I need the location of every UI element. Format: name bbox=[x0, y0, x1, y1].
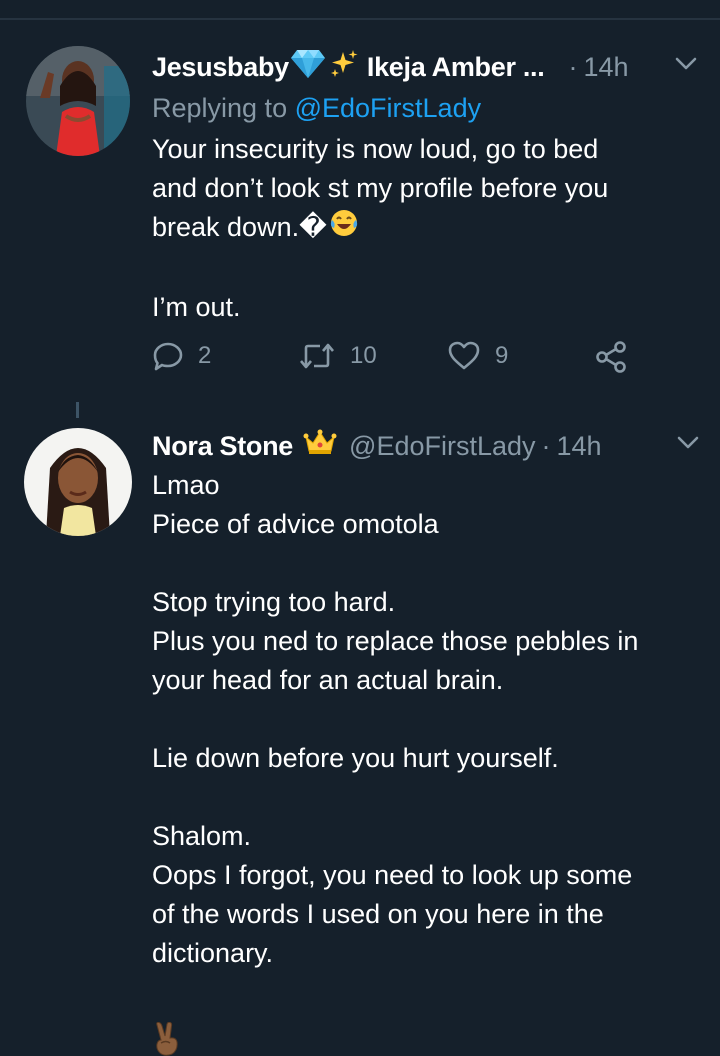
tweet-text-line: Oops I forgot, you need to look up some bbox=[152, 860, 633, 890]
avatar[interactable] bbox=[24, 428, 132, 536]
laughing-crying-icon bbox=[329, 208, 359, 249]
tweet-text-line: Shalom. bbox=[152, 821, 252, 851]
reply-mention-link[interactable]: @EdoFirstLady bbox=[295, 93, 481, 123]
separator-dot: · bbox=[541, 431, 551, 461]
sparkles-icon bbox=[329, 48, 359, 86]
reply-icon bbox=[153, 342, 183, 371]
timestamp[interactable]: 14h bbox=[583, 50, 628, 84]
tweet-text-line: of the words I used on you here in the bbox=[152, 899, 604, 929]
tweet-1[interactable]: Jesusbaby Ikeja Amber ... · 14h Replying… bbox=[0, 0, 720, 400]
timestamp[interactable]: 14h bbox=[557, 429, 602, 463]
author-row: Jesusbaby Ikeja Amber ... · 14h bbox=[152, 48, 629, 86]
reply-count: 2 bbox=[198, 342, 212, 369]
tweet-text-line: Lie down before you hurt yourself. bbox=[152, 743, 559, 773]
handle[interactable]: @EdoFirstLady bbox=[349, 429, 535, 463]
retweet-count: 10 bbox=[350, 342, 377, 369]
display-name[interactable]: Jesusbaby bbox=[152, 50, 289, 84]
tweet-text-line bbox=[152, 1021, 702, 1056]
tweet-text: Your insecurity is now loud, go to bed a… bbox=[152, 130, 702, 327]
tweet-text: Lmao Piece of advice omotola Stop trying… bbox=[152, 466, 702, 1056]
tweet-text-line: Your insecurity is now loud, go to bed bbox=[152, 134, 599, 164]
thread-connector bbox=[76, 402, 79, 418]
tweet-text-line: break down.� bbox=[152, 208, 702, 249]
like-button[interactable]: 9 bbox=[447, 340, 508, 372]
heart-icon bbox=[448, 341, 480, 370]
tweet-text-line: your head for an actual brain. bbox=[152, 665, 504, 695]
replying-to: Replying to @EdoFirstLady bbox=[152, 91, 481, 125]
separator-dot: · bbox=[568, 52, 578, 82]
display-name-suffix[interactable]: Ikeja Amber ... bbox=[367, 50, 545, 84]
tweet-text-line: Piece of advice omotola bbox=[152, 509, 439, 539]
chevron-down-icon[interactable] bbox=[677, 436, 699, 450]
like-count: 9 bbox=[495, 342, 509, 369]
tweet-actions: 2 10 9 bbox=[152, 340, 652, 380]
timeline: Jesusbaby Ikeja Amber ... · 14h Replying… bbox=[0, 0, 720, 1056]
chevron-down-icon[interactable] bbox=[675, 57, 697, 71]
avatar-photo bbox=[26, 46, 130, 156]
reply-button[interactable]: 2 bbox=[152, 340, 211, 372]
gem-icon bbox=[290, 48, 325, 86]
avatar-photo bbox=[24, 428, 132, 536]
share-button[interactable] bbox=[594, 340, 628, 374]
tweet-text-line: Plus you ned to replace those pebbles in bbox=[152, 626, 639, 656]
retweet-button[interactable]: 10 bbox=[298, 340, 377, 372]
author-row: Nora Stone @EdoFirstLady · 14h bbox=[152, 429, 602, 463]
replying-to-label: Replying to bbox=[152, 93, 288, 123]
crown-icon bbox=[303, 429, 337, 463]
tweet-text-line: I’m out. bbox=[152, 292, 241, 323]
share-icon bbox=[596, 341, 626, 373]
tweet-text-line: Lmao bbox=[152, 470, 220, 500]
tweet-text-line: and don’t look st my profile before you bbox=[152, 173, 609, 203]
display-name[interactable]: Nora Stone bbox=[152, 429, 293, 463]
tweet-text-line: Stop trying too hard. bbox=[152, 587, 396, 617]
retweet-icon bbox=[300, 343, 334, 369]
tweet-text-fragment: break down.� bbox=[152, 212, 327, 242]
avatar[interactable] bbox=[26, 46, 130, 156]
tweet-text-line: dictionary. bbox=[152, 938, 274, 968]
peace-hand-icon bbox=[152, 1021, 182, 1056]
